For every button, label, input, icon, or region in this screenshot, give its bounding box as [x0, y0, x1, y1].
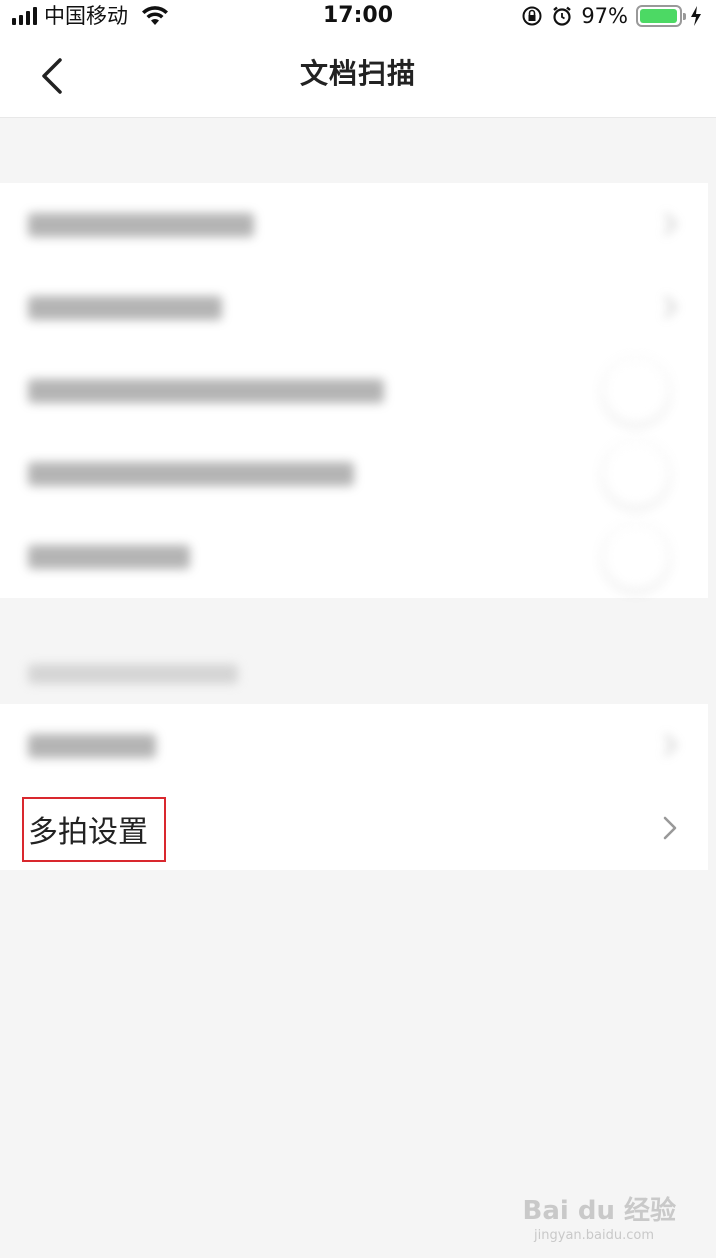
blurred-content	[28, 462, 354, 486]
navigation-bar: 文档扫描	[0, 34, 716, 118]
watermark-logo: Bai du 经验	[522, 1196, 677, 1226]
chevron-right-icon	[663, 295, 678, 319]
settings-row[interactable]	[0, 266, 708, 349]
section-caption	[28, 664, 238, 684]
battery-percent: 97%	[581, 4, 628, 28]
battery-fill	[640, 9, 677, 23]
watermark-url: jingyan.baidu.com	[534, 1228, 654, 1243]
toggle-switch[interactable]	[604, 442, 668, 506]
settings-row	[0, 432, 708, 515]
status-bar: 中国移动 17:00 97%	[0, 0, 716, 34]
blurred-content	[28, 379, 384, 403]
battery-icon	[636, 5, 686, 27]
settings-group-scan	[0, 183, 708, 598]
orientation-lock-icon	[522, 6, 542, 26]
chevron-right-icon	[663, 212, 678, 236]
chevron-right-icon	[663, 816, 677, 840]
highlight-annotation-box	[22, 797, 166, 862]
alarm-icon	[553, 6, 572, 26]
settings-row	[0, 349, 708, 432]
settings-row[interactable]	[0, 183, 708, 266]
blurred-content	[28, 734, 156, 758]
blurred-content	[28, 296, 222, 320]
toggle-switch[interactable]	[604, 359, 668, 423]
toggle-switch[interactable]	[604, 525, 668, 589]
blurred-content	[28, 213, 254, 237]
settings-row[interactable]	[0, 704, 708, 787]
status-right: 97%	[521, 4, 702, 28]
chevron-right-icon	[663, 733, 678, 757]
edge-strip	[708, 118, 716, 1258]
settings-row	[0, 515, 708, 598]
page-title: 文档扫描	[299, 57, 416, 90]
blurred-content	[28, 545, 190, 569]
charging-icon	[691, 6, 701, 26]
